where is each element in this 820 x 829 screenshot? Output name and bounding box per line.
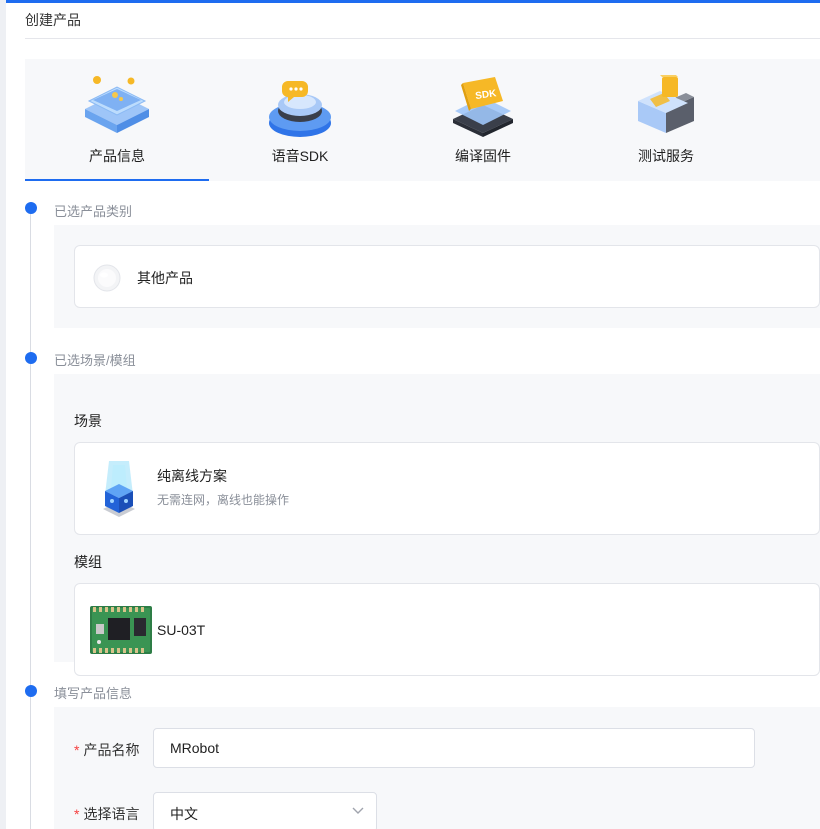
title-divider <box>25 38 820 39</box>
chevron-down-icon <box>352 807 364 814</box>
active-tab-indicator <box>25 179 209 181</box>
section-label-scene-module: 已选场景/模组 <box>54 353 136 368</box>
scene-card[interactable]: 纯离线方案 无需连网，离线也能操作 <box>74 442 820 535</box>
timeline-dot <box>25 685 37 697</box>
offline-cube-icon <box>103 461 135 517</box>
timeline-dot <box>25 352 37 364</box>
section-label-product-info: 填写产品信息 <box>54 686 133 701</box>
compile-firmware-icon: SDK <box>453 77 513 137</box>
timeline-dot <box>25 202 37 214</box>
product-name-label-text: 产品名称 <box>83 742 140 758</box>
other-product-icon <box>93 264 121 292</box>
left-edge-strip <box>0 0 6 829</box>
product-name-input[interactable]: MRobot <box>153 728 755 768</box>
product-info-icon <box>85 76 149 133</box>
category-card[interactable]: 其他产品 <box>74 245 820 308</box>
scene-name: 纯离线方案 <box>157 468 227 484</box>
timeline-line <box>30 208 31 829</box>
tab-label: 测试服务 <box>638 148 694 164</box>
test-service-icon <box>638 75 694 133</box>
language-select[interactable]: 中文 <box>153 792 377 829</box>
product-name-value: MRobot <box>170 740 220 756</box>
scene-title: 场景 <box>74 413 102 429</box>
scene-desc: 无需连网，离线也能操作 <box>157 493 290 507</box>
voice-sdk-icon <box>269 81 331 137</box>
required-asterisk: * <box>74 806 80 822</box>
tab-label: 编译固件 <box>455 148 511 164</box>
tab-product-info[interactable]: 产品信息 <box>25 59 209 181</box>
tab-compile-firmware[interactable]: SDK 编译固件 <box>391 59 575 181</box>
page-title: 创建产品 <box>25 12 81 28</box>
tab-voice-sdk[interactable]: 语音SDK <box>208 59 392 181</box>
tab-label: 语音SDK <box>271 148 329 164</box>
step-tabs: 产品信息 语音SDK SDK 编译固件 测试服务 <box>25 59 820 181</box>
tab-label: 产品信息 <box>89 148 145 164</box>
product-name-label: * 产品名称 <box>74 740 139 760</box>
top-accent-bar <box>0 0 820 3</box>
module-title: 模组 <box>74 554 102 570</box>
module-card[interactable]: SU-03T <box>74 583 820 676</box>
language-value: 中文 <box>170 806 198 822</box>
module-name: SU-03T <box>157 622 206 638</box>
tab-test-service[interactable]: 测试服务 <box>574 59 758 181</box>
language-label-text: 选择语言 <box>83 806 140 822</box>
section-label-category: 已选产品类别 <box>54 204 133 219</box>
required-asterisk: * <box>74 742 80 758</box>
category-name: 其他产品 <box>137 270 193 286</box>
module-board-icon <box>90 606 152 654</box>
language-label: * 选择语言 <box>74 804 139 824</box>
